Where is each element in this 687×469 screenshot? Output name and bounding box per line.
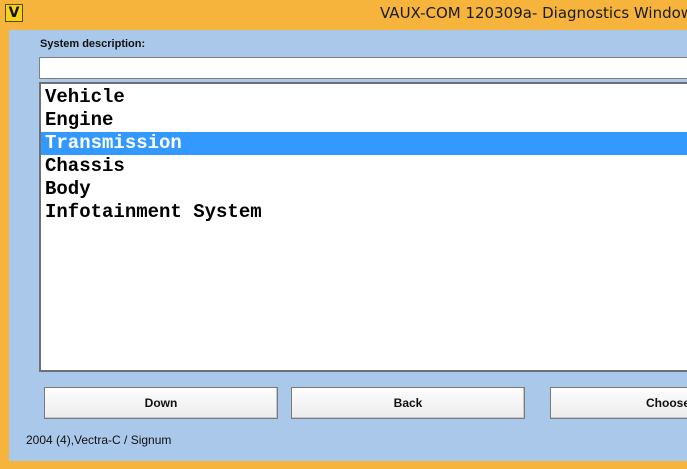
client-area: System description: Vehicle Engine Trans… (9, 30, 687, 461)
list-item-vehicle[interactable]: Vehicle (41, 86, 687, 109)
list-item-infotainment-system[interactable]: Infotainment System (41, 201, 687, 224)
system-description-label: System description: (40, 38, 146, 50)
list-item-transmission[interactable]: Transmission (41, 132, 687, 155)
list-item-chassis[interactable]: Chassis (41, 155, 687, 178)
list-item-body[interactable]: Body (41, 178, 687, 201)
system-listbox[interactable]: Vehicle Engine Transmission Chassis Body… (39, 82, 687, 372)
window-title: VAUX-COM 120309a- Diagnostics Window (380, 4, 687, 22)
list-item-engine[interactable]: Engine (41, 109, 687, 132)
window-bottom-border (0, 461, 687, 469)
down-button[interactable]: Down (44, 387, 278, 419)
diagnostics-window: V VAUX-COM 120309a- Diagnostics Window S… (0, 0, 687, 469)
app-logo-icon[interactable]: V (5, 4, 23, 22)
back-button[interactable]: Back (291, 387, 525, 419)
vehicle-status-text: 2004 (4),Vectra-C / Signum (26, 433, 172, 447)
choose-button[interactable]: Choose (550, 387, 687, 419)
title-bar[interactable]: V VAUX-COM 120309a- Diagnostics Window (0, 0, 687, 30)
system-description-input[interactable] (39, 57, 687, 79)
